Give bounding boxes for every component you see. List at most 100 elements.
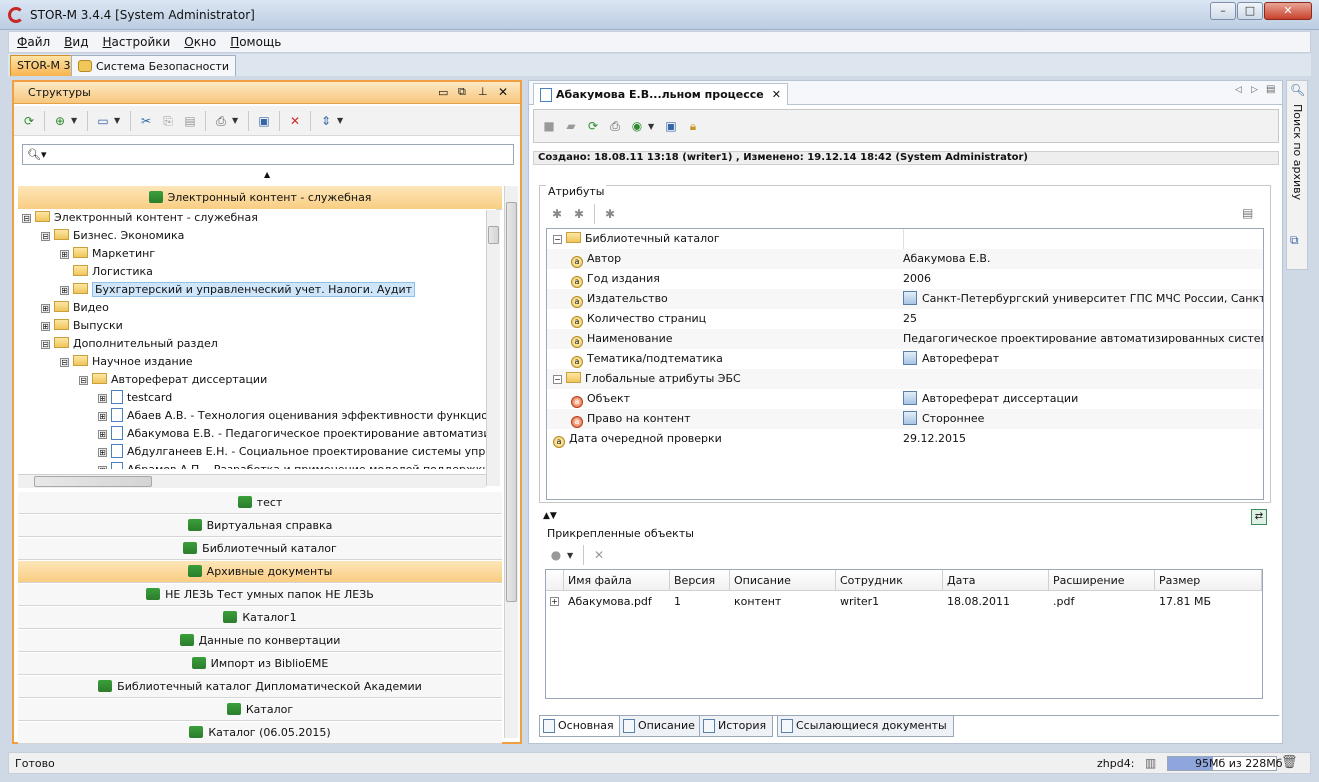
structure-group-button[interactable]: Виртуальная справка — [18, 515, 502, 537]
garbage-collect-icon[interactable]: 🗑︎ — [1281, 755, 1298, 770]
cut-icon[interactable]: ✂ — [137, 112, 155, 130]
minimize-panel-icon[interactable]: ▭ — [438, 86, 448, 99]
menu-file[interactable]: Файл — [17, 35, 50, 49]
minimize-button[interactable]: – — [1210, 2, 1236, 20]
tree-vertical-scrollbar[interactable] — [486, 210, 500, 486]
remove-attachment-icon[interactable]: ✕ — [590, 546, 608, 564]
row-expander-icon[interactable]: + — [550, 597, 559, 606]
close-window-button[interactable]: ✕ — [1264, 2, 1312, 20]
panel-vertical-scrollbar[interactable] — [504, 186, 518, 738]
restore-panel-icon[interactable]: ⧉ — [458, 85, 466, 99]
tab-scroll-left-icon[interactable]: ◁ — [1235, 85, 1242, 95]
editor-bottom-tab[interactable]: Описание — [619, 716, 702, 737]
refresh-icon[interactable]: ⟳ — [20, 112, 38, 130]
print-dropdown-icon[interactable]: ▼ — [232, 116, 240, 125]
tree-scroll-thumb[interactable] — [488, 226, 499, 244]
menu-help[interactable]: Помощь — [230, 35, 281, 49]
attachments-column-header[interactable]: Сотрудник — [836, 570, 943, 591]
attribute-row[interactable]: a Тематика/подтематика Автореферат — [547, 349, 1263, 369]
attachments-column-header[interactable]: Версия — [670, 570, 730, 591]
tree-node[interactable]: ⊟ Бизнес. Экономика — [41, 227, 184, 245]
tree-node[interactable]: ⊟ Дополнительный раздел — [41, 335, 218, 353]
tree-expander-icon[interactable]: ⊞ — [41, 304, 50, 313]
go-icon[interactable]: ◉ — [628, 117, 646, 135]
tree-horizontal-scrollbar[interactable] — [18, 474, 486, 488]
lock-icon[interactable]: 🔒︎ — [684, 117, 702, 135]
attribute-row[interactable]: a Право на контент Стороннее — [547, 409, 1263, 429]
print-icon[interactable]: ⎙ — [606, 117, 624, 135]
structure-group-button[interactable]: Библиотечный каталог Дипломатической Ака… — [18, 676, 502, 698]
view-toggle-icon[interactable]: ▤ — [1242, 206, 1253, 220]
close-panel-icon[interactable]: ✕ — [498, 85, 508, 99]
attachments-column-header[interactable]: Расширение — [1049, 570, 1155, 591]
tab-scroll-right-icon[interactable]: ▷ — [1251, 85, 1258, 95]
attachments-cell[interactable]: 17.81 МБ — [1155, 592, 1262, 612]
paste-icon[interactable]: ▤ — [181, 112, 199, 130]
close-tab-icon[interactable]: ✕ — [772, 88, 781, 101]
attachments-cell[interactable]: Абакумова.pdf — [564, 592, 670, 612]
tree-expander-icon[interactable]: ⊟ — [41, 232, 50, 241]
tree-node[interactable]: ⊞ Бухгартерский и управленческий учет. На… — [60, 281, 416, 299]
attachments-column-header[interactable]: Описание — [730, 570, 836, 591]
structure-group-button[interactable]: Библиотечный каталог — [18, 538, 502, 560]
structure-group-button[interactable]: Каталог — [18, 699, 502, 721]
copy-icon[interactable]: ⎘ — [159, 112, 177, 130]
structure-group-button[interactable]: Архивные документы — [18, 561, 502, 583]
attachments-column-header[interactable]: Дата — [943, 570, 1049, 591]
tree-expander-icon[interactable]: ⊟ — [41, 340, 50, 349]
attribute-row[interactable]: − Библиотечный каталог — [547, 229, 1263, 249]
add-attachment-icon[interactable]: ● — [547, 546, 565, 564]
tree-expander-icon[interactable]: ⊞ — [98, 430, 107, 439]
group-expander-icon[interactable]: − — [553, 235, 562, 244]
sort-icon[interactable]: ⇕ — [317, 112, 335, 130]
tree-node[interactable]: ⊞ Абдулганеев Е.Н. - Социальное проектиро… — [98, 443, 496, 461]
attachments-cell[interactable]: контент — [730, 592, 836, 612]
search-archive-tab[interactable]: Поиск по архиву — [1291, 104, 1304, 200]
go-dropdown-icon[interactable]: ▼ — [648, 122, 656, 131]
tree-node[interactable]: ⊞ testcard — [98, 389, 172, 407]
attribute-row[interactable]: a Дата очередной проверки 29.12.2015 — [547, 429, 1263, 449]
add-icon[interactable]: ⊕ — [51, 112, 69, 130]
tree-node[interactable]: Логистика — [60, 263, 153, 281]
tree-expander-icon[interactable]: ⊞ — [98, 394, 107, 403]
editor-tab-document[interactable]: Абакумова Е.В...льном процессе ✕ — [533, 83, 788, 105]
menu-window[interactable]: Окно — [184, 35, 216, 49]
tree-expander-icon[interactable]: ⊟ — [60, 358, 69, 367]
tree-expander-icon[interactable]: ⊞ — [98, 466, 107, 469]
add-dropdown-icon[interactable]: ▼ — [71, 116, 79, 125]
menu-settings[interactable]: Настройки — [103, 35, 171, 49]
add-attachment-dropdown-icon[interactable]: ▼ — [567, 551, 575, 560]
pin-panel-icon[interactable]: ⊥ — [478, 85, 488, 98]
sort-dropdown-icon[interactable]: ▼ — [337, 116, 345, 125]
tree-expander-icon[interactable]: ⊞ — [41, 322, 50, 331]
tree-node[interactable]: ⊞ Абаев А.В. - Технология оценивания эффе… — [98, 407, 496, 425]
editor-bottom-tab[interactable]: Основная — [539, 716, 621, 737]
tree-node[interactable]: ⊞ Выпуски — [41, 317, 123, 335]
group-expander-icon[interactable]: − — [553, 375, 562, 384]
attribute-row[interactable]: a Год издания 2006 — [547, 269, 1263, 289]
attachments-column-header[interactable]: Имя файла — [564, 570, 670, 591]
export-icon[interactable]: ⇄ — [1251, 509, 1267, 525]
attribute-row[interactable]: − Глобальные атрибуты ЭБС — [547, 369, 1263, 389]
tree-expander-icon[interactable]: ⊟ — [79, 376, 88, 385]
attribute-row[interactable]: a Наименование Педагогическое проектирован… — [547, 329, 1263, 349]
tree-node[interactable]: ⊞ Маркетинг — [60, 245, 155, 263]
structure-group-button[interactable]: НЕ ЛЕЗЬ Тест умных папок НЕ ЛЕЗЬ — [18, 584, 502, 606]
editor-bottom-tab[interactable]: Ссылающиеся документы — [777, 716, 954, 737]
reload-icon[interactable]: ⟳ — [584, 117, 602, 135]
structure-group-button[interactable]: Каталог (06.05.2015) — [18, 722, 502, 744]
perspective-tab-security[interactable]: Система Безопасности — [71, 55, 236, 76]
attachments-cell[interactable]: writer1 — [836, 592, 943, 612]
properties-icon[interactable]: ▣ — [662, 117, 680, 135]
maximize-button[interactable]: □ — [1237, 2, 1263, 20]
structure-group-button[interactable]: Каталог1 — [18, 607, 502, 629]
delete-icon[interactable]: ✕ — [286, 112, 304, 130]
structure-group-button[interactable]: тест — [18, 492, 502, 514]
view-window-icon[interactable]: ▭ — [94, 112, 112, 130]
save-all-icon[interactable]: ▰ — [562, 117, 580, 135]
tree-node[interactable]: ⊞ Видео — [41, 299, 109, 317]
tree-node[interactable]: ⊟ Автореферат диссертации — [79, 371, 267, 389]
structure-search-input[interactable] — [50, 148, 513, 161]
search-archive-icon[interactable]: 🔍︎ — [1290, 83, 1305, 97]
panel-scroll-thumb[interactable] — [506, 202, 517, 602]
